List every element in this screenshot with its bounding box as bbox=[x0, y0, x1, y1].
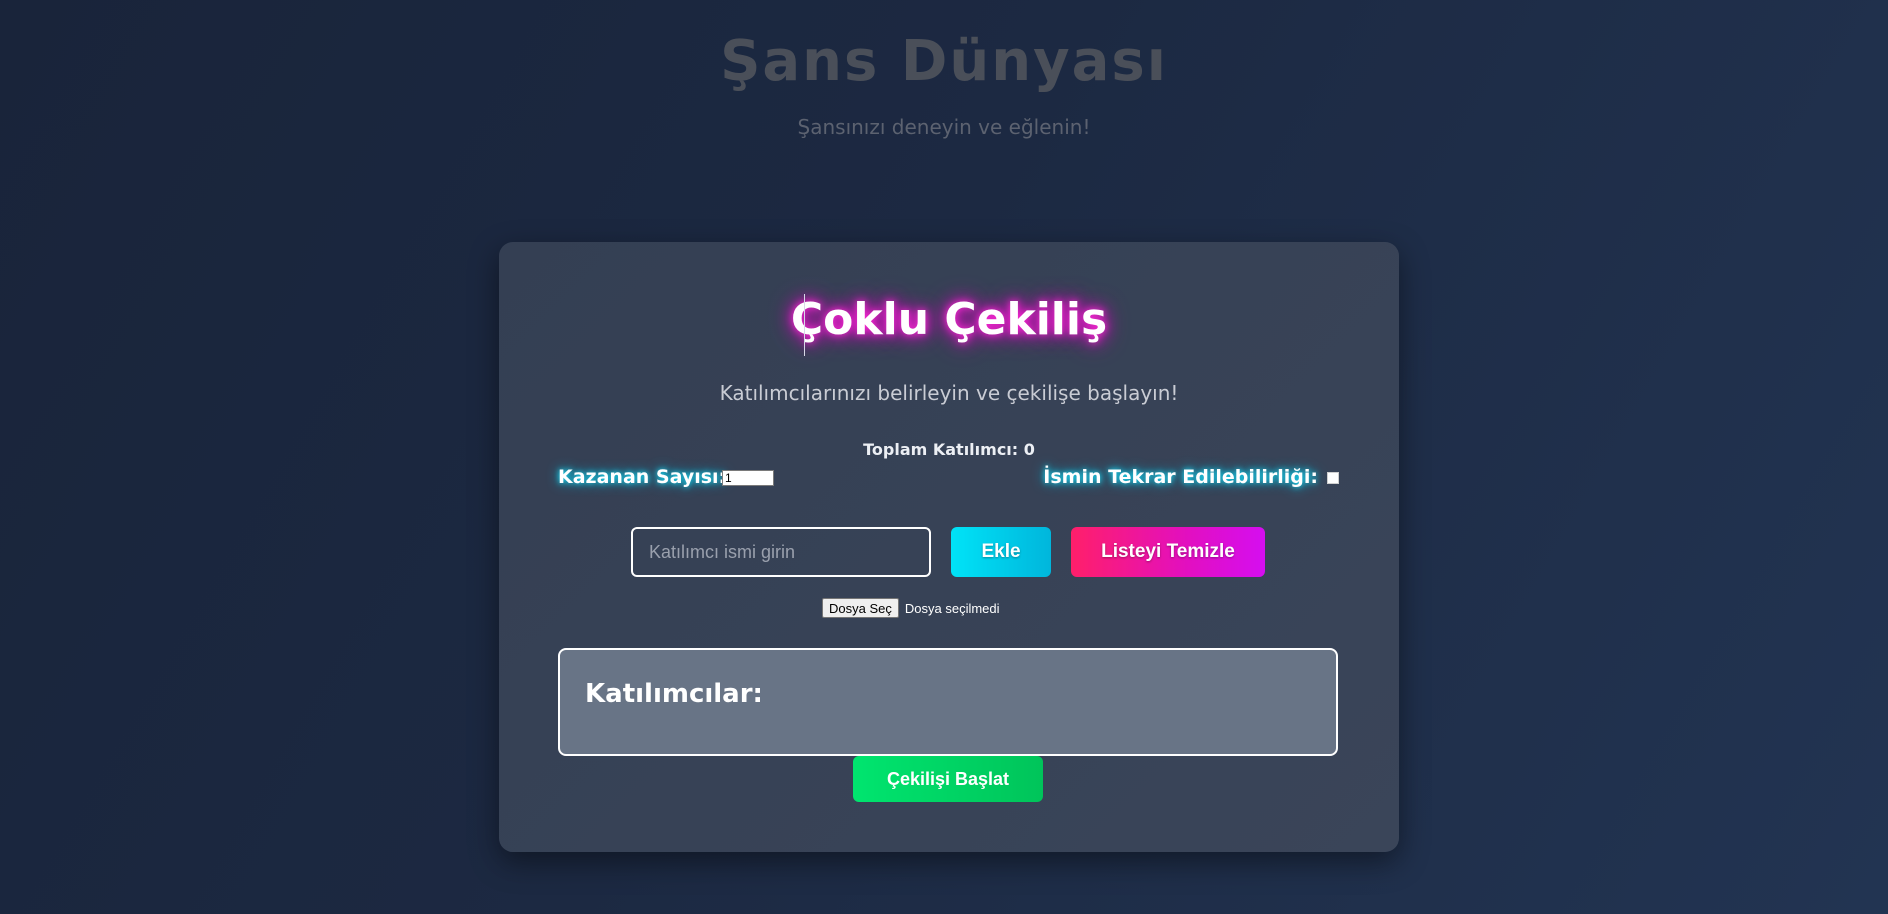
file-upload: Dosya Seç Dosya seçilmedi bbox=[822, 598, 1000, 618]
repeat-names-label: İsmin Tekrar Edilebilirliği: bbox=[1043, 466, 1318, 488]
text-caret bbox=[804, 294, 805, 356]
raffle-title: Çoklu Çekiliş bbox=[790, 294, 1108, 345]
file-status: Dosya seçilmedi bbox=[904, 600, 1000, 616]
clear-list-button[interactable]: Listeyi Temizle bbox=[1071, 527, 1265, 577]
participants-list: Katılımcılar: bbox=[558, 648, 1338, 756]
participant-name-input[interactable] bbox=[631, 527, 931, 577]
raffle-card: Çoklu Çekiliş Katılımcılarınızı belirley… bbox=[499, 242, 1399, 852]
winner-count-label: Kazanan Sayısı: bbox=[558, 466, 727, 488]
add-participant-button[interactable]: Ekle bbox=[951, 527, 1051, 577]
participants-heading: Katılımcılar: bbox=[585, 679, 763, 709]
total-participants-count: Toplam Katılımcı: 0 bbox=[863, 440, 1035, 459]
winner-count-input[interactable] bbox=[722, 470, 774, 486]
start-raffle-button[interactable]: Çekilişi Başlat bbox=[853, 756, 1043, 802]
repeat-names-checkbox[interactable] bbox=[1327, 472, 1339, 484]
site-title: Şans Dünyası bbox=[720, 29, 1168, 94]
raffle-subtitle: Katılımcılarınızı belirleyin ve çekilişe… bbox=[719, 381, 1179, 405]
choose-file-button[interactable]: Dosya Seç bbox=[822, 598, 899, 618]
site-subtitle: Şansınızı deneyin ve eğlenin! bbox=[797, 115, 1091, 139]
